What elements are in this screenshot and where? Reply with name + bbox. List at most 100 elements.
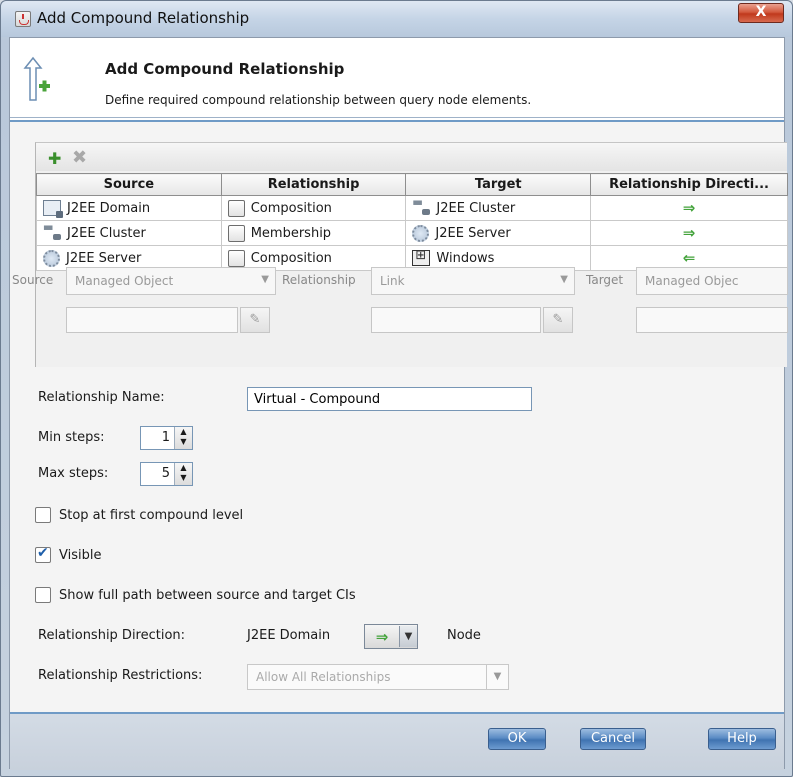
stop-first-compound-checkbox[interactable] xyxy=(35,507,51,523)
table-row[interactable]: J2EE Cluster Membership J2EE Server ⇒ xyxy=(36,220,788,246)
right-arrow-icon: ⇒ xyxy=(682,199,696,217)
relationship-filter-combo[interactable]: Link ▼ xyxy=(371,267,575,295)
direction-cell[interactable]: ⇒ xyxy=(590,195,788,221)
target-label: J2EE Server xyxy=(435,225,511,241)
visible-label: Visible xyxy=(59,547,102,563)
relationship-label: Membership xyxy=(250,225,332,241)
direction-selector[interactable]: ⇒ ▼ xyxy=(364,624,418,649)
column-header-relationship[interactable]: Relationship xyxy=(220,173,407,196)
filter-row: Source Managed Object ▼ Relationship Lin… xyxy=(12,267,788,299)
target-filter-value: Managed Objec xyxy=(645,274,739,288)
source-filter-label: Source xyxy=(12,273,54,287)
chevron-down-icon: ▼ xyxy=(486,665,508,689)
relationship-name-label: Relationship Name: xyxy=(38,390,165,405)
show-full-path-checkbox[interactable] xyxy=(35,587,51,603)
j2ee-cluster-icon xyxy=(412,198,431,216)
edit-source-pencil-icon[interactable]: ✎ xyxy=(240,307,270,333)
header-title: Add Compound Relationship xyxy=(105,60,345,78)
dialog-body: ✚ ✖ Source Relationship Target Relations… xyxy=(10,122,788,712)
target-label: J2EE Cluster xyxy=(436,200,516,216)
show-full-path-option[interactable]: Show full path between source and target… xyxy=(35,587,356,603)
dialog-content: Add Compound Relationship Define require… xyxy=(9,37,788,770)
source-filter-combo[interactable]: Managed Object ▼ xyxy=(66,267,276,295)
target-filter-combo[interactable]: Managed Objec xyxy=(636,267,788,295)
cancel-button[interactable]: Cancel xyxy=(580,728,646,750)
j2ee-domain-icon xyxy=(43,200,63,218)
stop-first-compound-label: Stop at first compound level xyxy=(59,507,244,523)
target-cell[interactable]: J2EE Server xyxy=(405,220,592,246)
chevron-down-icon[interactable]: ▼ xyxy=(399,626,417,647)
dialog-footer: OK Cancel Help xyxy=(10,714,784,770)
dialog-window: Add Compound Relationship X Add Compound… xyxy=(0,0,793,777)
show-full-path-label: Show full path between source and target… xyxy=(59,587,356,603)
source-value-field[interactable] xyxy=(66,307,238,333)
title-bar[interactable]: Add Compound Relationship X xyxy=(1,1,792,37)
max-steps-spinner[interactable]: 5 ▲ ▼ xyxy=(140,462,193,486)
min-steps-value: 1 xyxy=(161,430,170,445)
relationship-restrictions-combo[interactable]: Allow All Relationships ▼ xyxy=(247,664,509,690)
target-filter-label: Target xyxy=(586,273,624,287)
source-label: J2EE Cluster xyxy=(67,225,146,241)
direction-cell[interactable]: ⇒ xyxy=(590,220,788,246)
spinner-arrows-icon[interactable]: ▲ ▼ xyxy=(174,463,192,485)
target-label: Windows xyxy=(436,250,495,266)
left-arrow-icon: ⇐ xyxy=(682,249,696,267)
grid-toolbar: ✚ ✖ xyxy=(36,143,787,171)
windows-icon xyxy=(412,248,431,266)
source-cell[interactable]: J2EE Cluster xyxy=(36,220,222,246)
column-header-target[interactable]: Target xyxy=(405,173,592,196)
relationship-filter-value: Link xyxy=(380,274,405,288)
visible-checkbox[interactable] xyxy=(35,545,51,563)
table-row[interactable]: J2EE Domain Composition J2EE Cluster ⇒ xyxy=(36,195,788,221)
chevron-down-icon: ▼ xyxy=(261,274,269,285)
visible-option[interactable]: Visible xyxy=(35,545,102,563)
source-filter-value: Managed Object xyxy=(75,274,174,288)
target-cell[interactable]: J2EE Cluster xyxy=(405,195,592,221)
direction-source-label: J2EE Domain xyxy=(247,628,331,643)
relationship-cell[interactable]: Composition xyxy=(220,195,407,221)
relationship-checkbox[interactable] xyxy=(227,199,245,217)
j2ee-server-icon xyxy=(43,249,60,267)
stop-first-compound-option[interactable]: Stop at first compound level xyxy=(35,507,243,523)
relationship-label: Composition xyxy=(250,250,332,266)
dialog-header: Add Compound Relationship Define require… xyxy=(10,38,784,118)
spinner-arrows-icon[interactable]: ▲ ▼ xyxy=(174,427,192,449)
min-steps-spinner[interactable]: 1 ▲ ▼ xyxy=(140,426,193,450)
relationship-checkbox[interactable] xyxy=(227,224,245,242)
close-button[interactable]: X xyxy=(738,3,784,23)
relationship-grid-panel: ✚ ✖ Source Relationship Target Relations… xyxy=(12,142,788,367)
relationship-filter-label: Relationship xyxy=(282,273,356,287)
help-button[interactable]: Help xyxy=(708,728,776,750)
relationship-checkbox[interactable] xyxy=(227,249,245,267)
add-row-icon[interactable]: ✚ xyxy=(48,149,61,168)
chevron-down-icon: ▼ xyxy=(560,274,568,285)
target-value-field[interactable] xyxy=(636,307,788,333)
relationship-value-field[interactable] xyxy=(371,307,541,333)
column-header-direction[interactable]: Relationship Directi... xyxy=(590,173,788,196)
relationship-name-input[interactable] xyxy=(247,387,532,411)
relationship-table: Source Relationship Target Relationship … xyxy=(36,173,788,271)
max-steps-value: 5 xyxy=(161,466,170,481)
relationship-direction-label: Relationship Direction: xyxy=(38,628,186,643)
relationship-cell[interactable]: Membership xyxy=(220,220,407,246)
right-arrow-icon: ⇒ xyxy=(682,224,696,242)
right-arrow-icon: ⇒ xyxy=(375,627,389,646)
relationship-restrictions-label: Relationship Restrictions: xyxy=(38,668,203,683)
add-relationship-icon xyxy=(23,56,50,101)
delete-row-icon[interactable]: ✖ xyxy=(72,147,87,168)
min-steps-label: Min steps: xyxy=(38,430,105,445)
ok-button[interactable]: OK xyxy=(488,728,546,750)
source-label: J2EE Domain xyxy=(67,200,151,216)
source-cell[interactable]: J2EE Domain xyxy=(36,195,222,221)
column-header-source[interactable]: Source xyxy=(36,173,222,196)
j2ee-server-icon xyxy=(412,224,430,242)
header-description: Define required compound relationship be… xyxy=(105,93,532,107)
source-label: J2EE Server xyxy=(66,250,142,266)
relationship-label: Composition xyxy=(250,200,332,216)
restrictions-value: Allow All Relationships xyxy=(256,670,391,684)
java-app-icon xyxy=(15,11,31,27)
max-steps-label: Max steps: xyxy=(38,466,109,481)
j2ee-cluster-icon xyxy=(43,223,61,241)
window-title: Add Compound Relationship xyxy=(37,9,250,27)
edit-relationship-pencil-icon[interactable]: ✎ xyxy=(543,307,573,333)
